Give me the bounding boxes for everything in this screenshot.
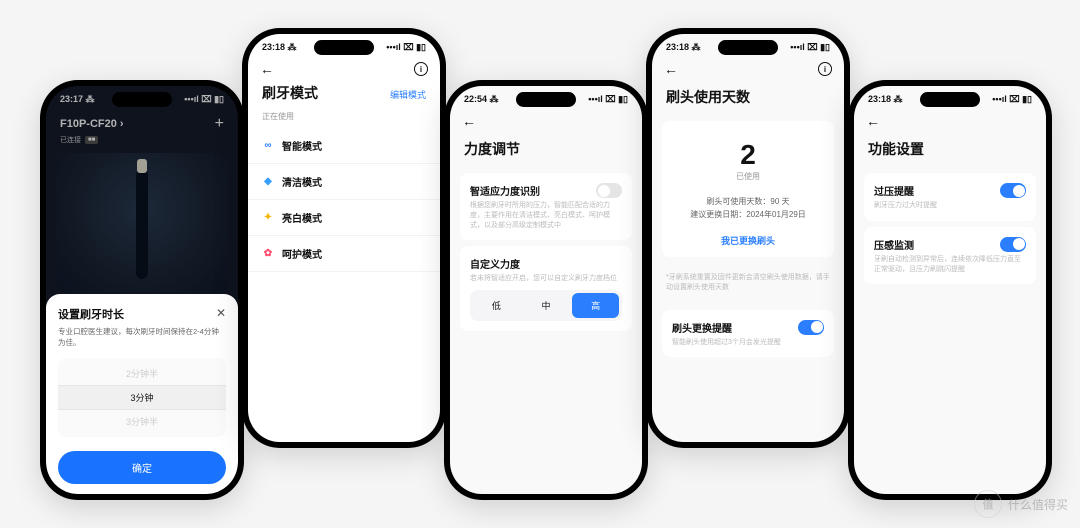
smart-force-toggle[interactable] [596,183,622,198]
status-time: 23:18 ⁂ [666,42,701,53]
picker-option-0[interactable]: 2分钟半 [58,362,226,385]
picker-option-1[interactable]: 3分钟 [58,385,226,410]
days-used-label: 已使用 [672,171,824,182]
sparkle-icon: ✦ [262,212,274,224]
sheet-title: 设置刷牙时长 [58,306,124,322]
replaced-head-link[interactable]: 我已更换刷头 [672,234,824,247]
status-time: 23:18 ⁂ [868,94,903,105]
mode-item-white[interactable]: ✦ 亮白模式 [248,200,440,236]
custom-force-card: 自定义力度 若未将智适应开启，您可以自定义刷牙力度档位 低 中 高 [460,246,632,331]
watermark-text: 什么值得买 [1008,496,1068,513]
mode-label: 呵护模式 [282,246,322,261]
over-pressure-card: 过压提醒 刷牙压力过大时提醒 [864,173,1036,221]
info-icon[interactable]: i [818,62,832,76]
page-title: 功能设置 [854,135,1046,167]
over-pressure-toggle[interactable] [1000,183,1026,198]
back-button[interactable]: ← [664,61,678,77]
force-segmented: 低 中 高 [470,290,622,321]
custom-force-title: 自定义力度 [470,256,622,271]
status-icons: •••ıl ⌧ ▮▯ [588,94,628,105]
custom-force-desc: 若未将智适应开启，您可以自定义刷牙力度档位 [470,274,622,284]
infinity-icon: ∞ [262,140,274,152]
smart-force-desc: 根据您刷牙时所用的压力，智能匹配合适的力度，主要作用在清洁模式、亮白模式、呵护模… [470,201,622,230]
status-time: 23:18 ⁂ [262,42,297,53]
status-time: 22:54 ⁂ [464,94,499,105]
mode-list: ∞ 智能模式 ◆ 清洁模式 ✦ 亮白模式 ✿ 呵护模式 [248,128,440,272]
mode-label: 清洁模式 [282,174,322,189]
page-title: 刷牙模式 [262,83,318,103]
usable-days-line: 刷头可使用天数：90 天 [672,196,824,209]
picker-option-2[interactable]: 3分钟半 [58,410,226,433]
replace-reminder-card: 刷头更换提醒 智能刷头使用超过3个月会发光提醒 [662,310,834,358]
watermark: 值 什么值得买 [974,490,1068,518]
mode-item-clean[interactable]: ◆ 清洁模式 [248,164,440,200]
confirm-button[interactable]: 确定 [58,451,226,484]
pressure-sense-card: 压感监测 牙刷自动检测到异常后，连续依次降低压力直至正常驱动，且压力刷跳闪提醒 [864,227,1036,285]
mode-item-care[interactable]: ✿ 呵护模式 [248,236,440,272]
replace-reminder-title: 刷头更换提醒 [672,320,732,335]
smart-force-title: 智适应力度识别 [470,183,540,198]
mode-item-smart[interactable]: ∞ 智能模式 [248,128,440,164]
status-icons: •••ıl ⌧ ▮▯ [790,42,830,53]
info-icon[interactable]: i [414,62,428,76]
pressure-sense-title: 压感监测 [874,237,914,252]
replace-date-line: 建议更换日期：2024年01月29日 [672,209,824,222]
pressure-sense-desc: 牙刷自动检测到异常后，连续依次降低压力直至正常驱动，且压力刷跳闪提醒 [874,255,1026,275]
status-icons: •••ıl ⌧ ▮▯ [992,94,1032,105]
close-icon[interactable]: ✕ [216,306,226,320]
back-button[interactable]: ← [866,113,880,129]
duration-picker[interactable]: 2分钟半 3分钟 3分钟半 [58,358,226,437]
replace-reminder-toggle[interactable] [798,320,824,335]
force-mid[interactable]: 中 [523,293,570,318]
reset-note: *牙刷系统重置及固件更新会清空刷头使用数据，请手动设置刷头使用天数 [652,263,844,304]
edit-modes-link[interactable]: 编辑模式 [390,88,426,101]
over-pressure-title: 过压提醒 [874,183,914,198]
page-title: 刷头使用天数 [652,83,844,115]
force-high[interactable]: 高 [572,293,619,318]
pressure-sense-toggle[interactable] [1000,237,1026,252]
section-in-use: 正在使用 [248,109,440,128]
droplet-icon: ◆ [262,176,274,188]
force-low[interactable]: 低 [473,293,520,318]
over-pressure-desc: 刷牙压力过大时提醒 [874,201,1026,211]
mode-label: 智能模式 [282,138,322,153]
sheet-overlay: 设置刷牙时长 ✕ 专业口腔医生建议，每次刷牙时间保持在2-4分钟为佳。 2分钟半… [46,86,238,494]
status-icons: •••ıl ⌧ ▮▯ [386,42,426,53]
days-card: 2 已使用 刷头可使用天数：90 天 建议更换日期：2024年01月29日 我已… [662,121,834,257]
watermark-logo-icon: 值 [974,490,1002,518]
page-title: 力度调节 [450,135,642,167]
smart-force-card: 智适应力度识别 根据您刷牙时所用的压力，智能匹配合适的力度，主要作用在清洁模式、… [460,173,632,240]
mode-label: 亮白模式 [282,210,322,225]
leaf-icon: ✿ [262,248,274,260]
back-button[interactable]: ← [260,61,274,77]
sheet-description: 专业口腔医生建议，每次刷牙时间保持在2-4分钟为佳。 [58,326,226,349]
replace-reminder-desc: 智能刷头使用超过3个月会发光提醒 [672,338,824,348]
back-button[interactable]: ← [462,113,476,129]
days-used-value: 2 [672,139,824,171]
duration-sheet: 设置刷牙时长 ✕ 专业口腔医生建议，每次刷牙时间保持在2-4分钟为佳。 2分钟半… [46,294,238,495]
